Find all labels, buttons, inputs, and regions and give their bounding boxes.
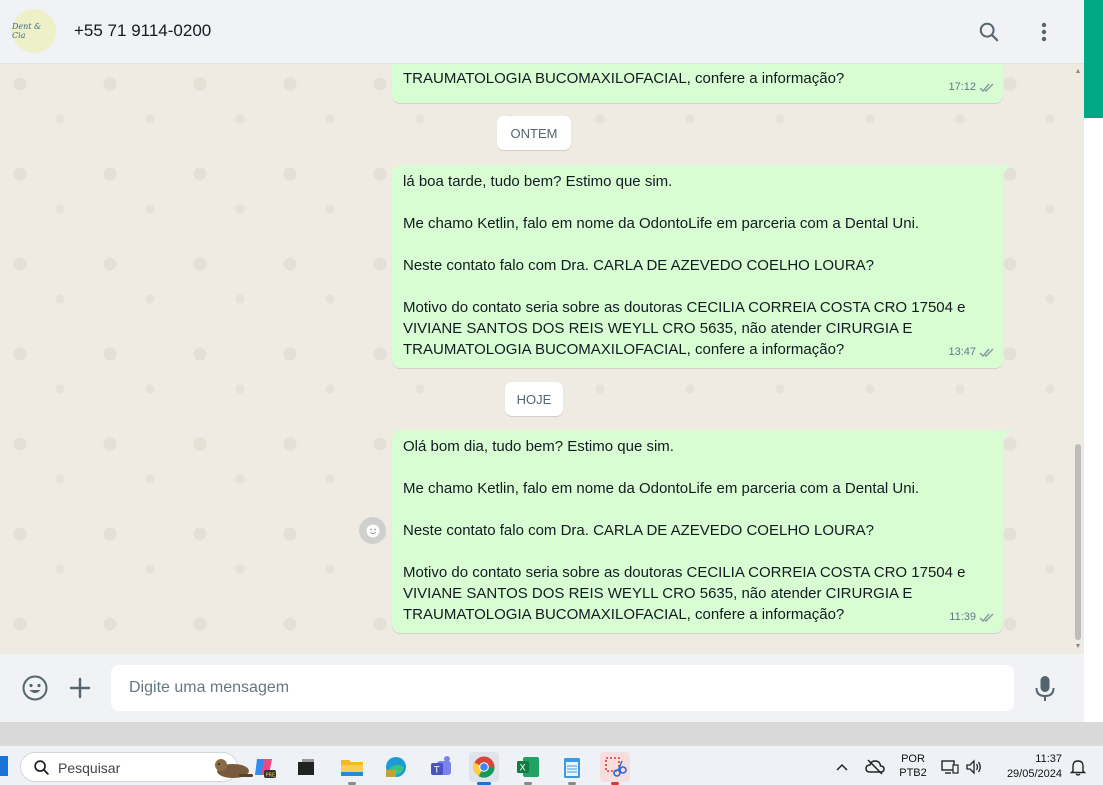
keyboard-layout: PTB2: [899, 767, 927, 779]
microphone-icon: [1035, 676, 1055, 701]
message-time: 11:39: [949, 611, 976, 623]
volume-button[interactable]: [962, 752, 986, 782]
search-icon: [34, 760, 49, 775]
bubble-tail: [1002, 430, 1011, 440]
svg-text:PRE: PRE: [266, 773, 276, 779]
bell-icon: [1070, 760, 1086, 776]
taskbar-copilot[interactable]: PRE: [249, 752, 279, 782]
notifications-button[interactable]: [1066, 752, 1090, 782]
message-bubble[interactable]: Olá bom dia, tudo bem? Estimo que sim. M…: [392, 430, 1011, 633]
clock-date: 29/05/2024: [1006, 768, 1062, 780]
message-time: 17:12: [948, 81, 976, 93]
whatsapp-window: Dent & Cia +55 71 9114-0200 VIVIANE SANT…: [0, 0, 1084, 722]
plus-icon: [69, 677, 91, 699]
attach-button[interactable]: [66, 674, 94, 702]
message-text: lá boa tarde, tudo bem? Estimo que sim. …: [403, 173, 966, 358]
teams-icon: T: [431, 756, 451, 776]
taskbar-task-view[interactable]: [291, 752, 321, 782]
taskbar-file-explorer[interactable]: [337, 752, 367, 785]
message-input[interactable]: [111, 665, 1014, 711]
scroll-up-arrow[interactable]: ▲: [1073, 68, 1083, 76]
contact-name[interactable]: +55 71 9114-0200: [74, 21, 211, 41]
menu-button[interactable]: [1030, 18, 1058, 46]
network-button[interactable]: [938, 752, 962, 782]
message-text: VIVIANE SANTOS DOS REIS WEYLL CRO 5635, …: [403, 64, 912, 87]
message-meta: 17:12: [948, 77, 995, 98]
contact-avatar[interactable]: Dent & Cia: [12, 9, 56, 53]
copilot-icon: PRE: [255, 759, 276, 779]
taskbar-chrome[interactable]: [469, 752, 499, 785]
smiley-icon: [366, 524, 379, 537]
chat-messages-area[interactable]: VIVIANE SANTOS DOS REIS WEYLL CRO 5635, …: [0, 64, 1084, 654]
double-check-icon: [979, 348, 994, 358]
start-button[interactable]: [0, 756, 8, 776]
voice-message-button[interactable]: [1031, 674, 1059, 704]
double-check-icon: [979, 613, 994, 623]
message-bubble[interactable]: lá boa tarde, tudo bem? Estimo que sim. …: [392, 165, 1011, 368]
search-button[interactable]: [975, 18, 1003, 46]
taskbar-clock[interactable]: 11:37 29/05/2024: [996, 752, 1062, 782]
taskbar-search-placeholder: Pesquisar: [58, 760, 121, 776]
chat-header: Dent & Cia +55 71 9114-0200: [0, 0, 1084, 64]
svg-text:X: X: [520, 764, 526, 774]
speaker-icon: [966, 759, 981, 775]
date-divider-label: HOJE: [516, 391, 552, 407]
message-meta: 11:39: [949, 607, 995, 628]
date-divider-yesterday: ONTEM: [497, 116, 571, 150]
taskbar-excel[interactable]: X: [513, 752, 543, 785]
snipping-tool-icon: [605, 757, 627, 777]
chrome-icon: [472, 756, 495, 778]
bubble-tail: [1002, 165, 1011, 175]
show-hidden-icons-button[interactable]: [830, 752, 854, 782]
message-composer: [0, 654, 1084, 722]
kebab-menu-icon: [1041, 22, 1047, 42]
scroll-down-arrow[interactable]: ▼: [1073, 643, 1083, 651]
clock-time: 11:37: [1035, 753, 1062, 765]
svg-text:T: T: [433, 766, 440, 776]
taskbar-notepad[interactable]: [557, 752, 587, 785]
taskbar-teams[interactable]: T: [426, 752, 456, 782]
edge-icon: [386, 757, 406, 777]
network-icon: [941, 760, 959, 774]
chevron-up-icon: [836, 763, 848, 771]
folder-icon: [341, 760, 363, 776]
app-accent-bar: [1084, 0, 1103, 118]
task-view-icon: [298, 759, 314, 775]
date-divider-today: HOJE: [505, 382, 563, 416]
avatar-logo-text: Dent & Cia: [12, 22, 42, 40]
taskbar-snipping-tool[interactable]: [600, 752, 630, 785]
react-button[interactable]: [359, 517, 386, 544]
taskbar-edge[interactable]: [381, 752, 411, 782]
excel-icon: X: [517, 757, 539, 777]
onedrive-status-button[interactable]: [862, 752, 888, 782]
cloud-offline-icon: [865, 759, 885, 775]
message-bubble[interactable]: VIVIANE SANTOS DOS REIS WEYLL CRO 5635, …: [392, 64, 1003, 103]
message-text: Olá bom dia, tudo bem? Estimo que sim. M…: [403, 438, 966, 623]
language-code: POR: [901, 753, 925, 765]
windows-taskbar: Pesquisar PRE T X POR PTB2 11:37 29/05/2…: [0, 745, 1103, 785]
message-time: 13:47: [948, 346, 976, 358]
emoji-button[interactable]: [21, 674, 49, 702]
message-meta: 13:47: [948, 342, 995, 363]
input-language-indicator[interactable]: POR PTB2: [898, 752, 928, 780]
date-divider-label: ONTEM: [510, 125, 558, 141]
double-check-icon: [979, 83, 994, 93]
taskbar-search[interactable]: Pesquisar: [20, 752, 253, 782]
emoji-icon: [22, 675, 48, 701]
notepad-icon: [564, 758, 580, 778]
search-icon: [979, 22, 999, 42]
scrollbar-thumb[interactable]: [1075, 444, 1081, 640]
